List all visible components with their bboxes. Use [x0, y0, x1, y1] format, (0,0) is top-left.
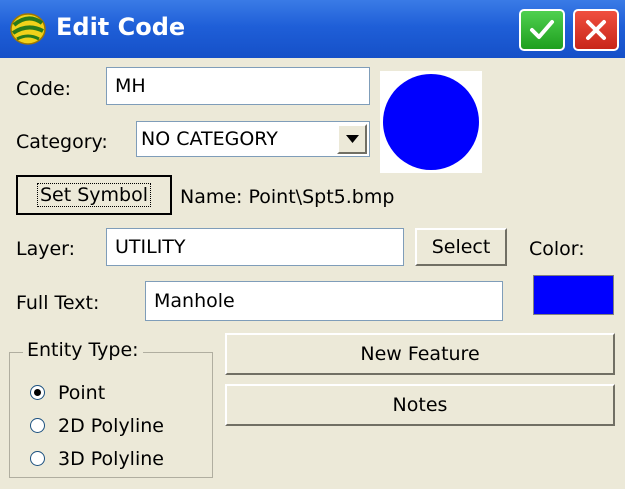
- notes-button[interactable]: Notes: [225, 384, 615, 426]
- code-label: Code:: [16, 78, 72, 100]
- symbol-circle: [383, 74, 479, 170]
- category-label: Category:: [16, 131, 108, 153]
- category-select[interactable]: NO CATEGORY: [136, 121, 370, 157]
- close-icon: [586, 20, 606, 40]
- entity-3d-polyline-label[interactable]: 3D Polyline: [58, 448, 164, 470]
- color-label: Color:: [529, 238, 585, 260]
- layer-value: UTILITY: [115, 235, 186, 258]
- layer-select-label: Select: [431, 236, 491, 258]
- layer-select-button[interactable]: Select: [415, 228, 507, 266]
- close-button[interactable]: [573, 9, 619, 51]
- category-value: NO CATEGORY: [141, 127, 278, 150]
- carlson-logo-icon: [8, 9, 48, 47]
- full-text-value: Manhole: [154, 289, 235, 312]
- category-dropdown-button[interactable]: [337, 124, 367, 154]
- set-symbol-button[interactable]: Set Symbol: [16, 175, 172, 215]
- entity-2d-polyline-radio[interactable]: [30, 418, 45, 433]
- code-value: MH: [115, 74, 146, 97]
- symbol-preview: [380, 71, 482, 173]
- notes-label: Notes: [392, 394, 448, 416]
- code-input[interactable]: MH: [106, 67, 370, 105]
- new-feature-button[interactable]: New Feature: [225, 333, 615, 375]
- chevron-down-icon: [346, 135, 359, 143]
- entity-type-title: Entity Type:: [23, 339, 143, 361]
- full-text-label: Full Text:: [16, 292, 100, 314]
- entity-point-label[interactable]: Point: [58, 382, 105, 404]
- symbol-name-text: Name: Point\Spt5.bmp: [180, 186, 395, 208]
- ok-button[interactable]: [519, 9, 565, 51]
- checkmark-icon: [530, 20, 554, 39]
- layer-label: Layer:: [16, 238, 76, 260]
- window-title: Edit Code: [56, 13, 186, 41]
- edit-code-window: Edit Code Code: MH Category: NO CATEGORY: [0, 0, 625, 489]
- color-swatch[interactable]: [533, 275, 614, 315]
- full-text-input[interactable]: Manhole: [145, 281, 503, 321]
- new-feature-label: New Feature: [360, 343, 480, 365]
- entity-point-radio[interactable]: [30, 385, 45, 400]
- entity-3d-polyline-radio[interactable]: [30, 451, 45, 466]
- title-bar: Edit Code: [0, 0, 625, 58]
- set-symbol-label: Set Symbol: [36, 183, 152, 207]
- entity-2d-polyline-label[interactable]: 2D Polyline: [58, 415, 164, 437]
- layer-input[interactable]: UTILITY: [106, 228, 404, 266]
